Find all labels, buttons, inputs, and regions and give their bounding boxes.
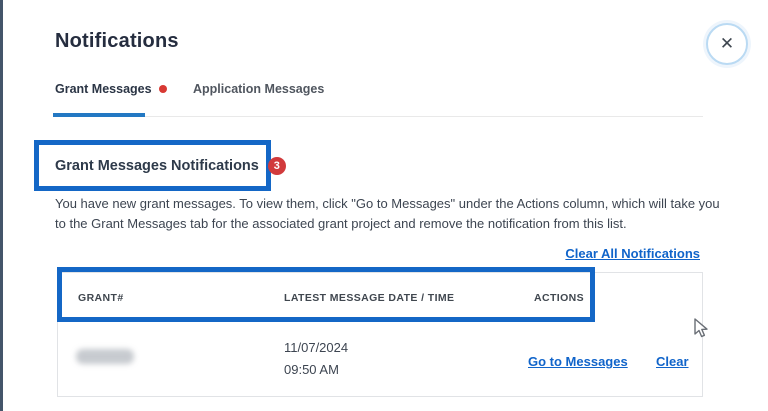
section-heading-label: Grant Messages Notifications [55, 158, 259, 174]
notifications-table: GRANT# LATEST MESSAGE DATE / TIME ACTION… [57, 272, 703, 397]
tab-grant-messages[interactable]: Grant Messages [55, 82, 167, 96]
mouse-cursor-icon [692, 317, 709, 340]
column-header-grant: GRANT# [78, 292, 124, 304]
clear-all-notifications-link[interactable]: Clear All Notifications [565, 246, 700, 261]
grant-number-redacted [76, 349, 134, 364]
backdrop-edge [0, 0, 3, 411]
latest-message-time: 09:50 AM [284, 359, 348, 381]
column-header-date-time: LATEST MESSAGE DATE / TIME [284, 292, 454, 304]
unread-dot-icon [159, 85, 167, 93]
section-heading: Grant Messages Notifications 3 [55, 157, 286, 175]
page-title: Notifications [55, 30, 179, 53]
active-tab-indicator [53, 113, 145, 117]
go-to-messages-link[interactable]: Go to Messages [528, 354, 628, 369]
tab-divider [53, 116, 703, 117]
latest-message-datetime: 11/07/2024 09:50 AM [284, 337, 348, 381]
tab-grant-messages-label: Grant Messages [55, 82, 152, 96]
notification-count-badge: 3 [268, 157, 286, 175]
notifications-modal: Notifications ✕ Grant Messages Applicati… [0, 0, 768, 411]
close-icon: ✕ [720, 34, 734, 54]
section-description: You have new grant messages. To view the… [55, 194, 733, 233]
latest-message-date: 11/07/2024 [284, 337, 348, 359]
clear-row-link[interactable]: Clear [656, 354, 689, 369]
column-header-actions: ACTIONS [534, 292, 584, 304]
close-button[interactable]: ✕ [706, 23, 748, 65]
tab-application-messages[interactable]: Application Messages [193, 82, 324, 96]
tab-application-messages-label: Application Messages [193, 82, 324, 96]
